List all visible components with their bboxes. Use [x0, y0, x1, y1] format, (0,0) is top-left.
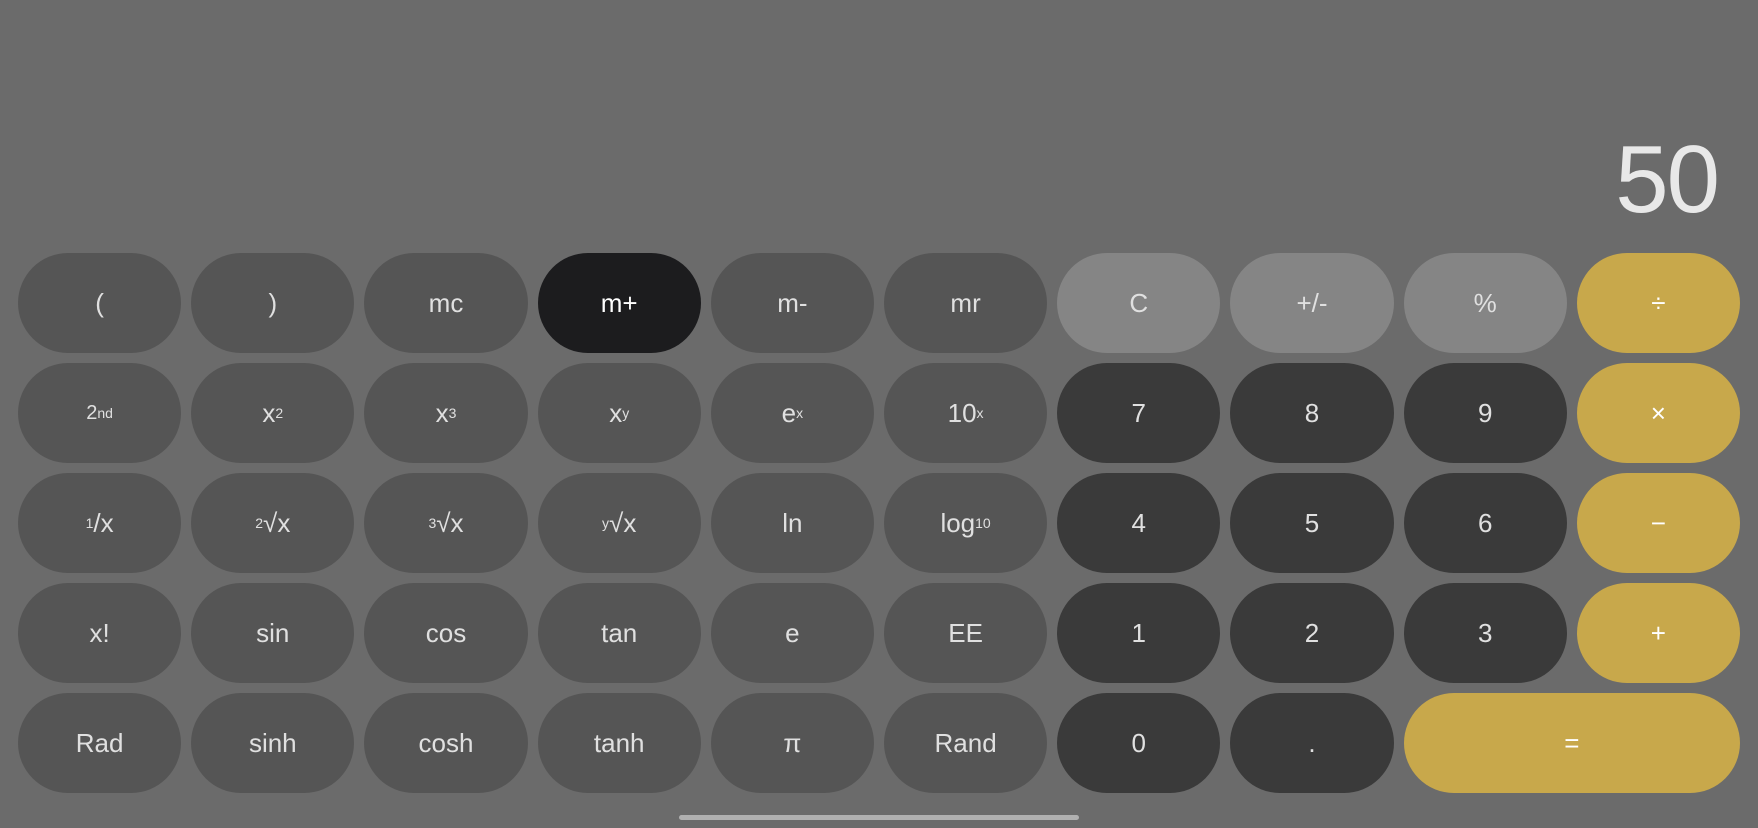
cosh-button[interactable]: cosh [364, 693, 527, 793]
one-button[interactable]: 1 [1057, 583, 1220, 683]
ee-button[interactable]: EE [884, 583, 1047, 683]
square-root-button[interactable]: 2√x [191, 473, 354, 573]
factorial-button[interactable]: x! [18, 583, 181, 683]
divide-button[interactable]: ÷ [1577, 253, 1740, 353]
nine-button[interactable]: 9 [1404, 363, 1567, 463]
m-plus-button[interactable]: m+ [538, 253, 701, 353]
x-cubed-button[interactable]: x3 [364, 363, 527, 463]
display: 50 [0, 0, 1758, 245]
sinh-button[interactable]: sinh [191, 693, 354, 793]
zero-button[interactable]: 0 [1057, 693, 1220, 793]
equals-button[interactable]: = [1404, 693, 1740, 793]
rand-button[interactable]: Rand [884, 693, 1047, 793]
x-to-y-button[interactable]: xy [538, 363, 701, 463]
e-to-x-button[interactable]: ex [711, 363, 874, 463]
mc-button[interactable]: mc [364, 253, 527, 353]
pi-button[interactable]: π [711, 693, 874, 793]
tan-button[interactable]: tan [538, 583, 701, 683]
x-squared-button[interactable]: x2 [191, 363, 354, 463]
calculator-grid: ()mcm+m-mrC+/-%÷ 2ndx2x3xyex10x789× 1/x2√x… [0, 245, 1758, 811]
cube-root-button[interactable]: 3√x [364, 473, 527, 573]
ln-button[interactable]: ln [711, 473, 874, 573]
home-bar [679, 815, 1079, 820]
euler-button[interactable]: e [711, 583, 874, 683]
decimal-button[interactable]: . [1230, 693, 1393, 793]
sin-button[interactable]: sin [191, 583, 354, 683]
home-indicator [0, 811, 1758, 828]
subtract-button[interactable]: − [1577, 473, 1740, 573]
cos-button[interactable]: cos [364, 583, 527, 683]
tanh-button[interactable]: tanh [538, 693, 701, 793]
two-button[interactable]: 2 [1230, 583, 1393, 683]
clear-button[interactable]: C [1057, 253, 1220, 353]
seven-button[interactable]: 7 [1057, 363, 1220, 463]
rad-button[interactable]: Rad [18, 693, 181, 793]
four-button[interactable]: 4 [1057, 473, 1220, 573]
open-paren-button[interactable]: ( [18, 253, 181, 353]
multiply-button[interactable]: × [1577, 363, 1740, 463]
display-value: 50 [1615, 125, 1718, 235]
plus-minus-button[interactable]: +/- [1230, 253, 1393, 353]
five-button[interactable]: 5 [1230, 473, 1393, 573]
y-root-button[interactable]: y√x [538, 473, 701, 573]
log10-button[interactable]: log10 [884, 473, 1047, 573]
close-paren-button[interactable]: ) [191, 253, 354, 353]
ten-to-x-button[interactable]: 10x [884, 363, 1047, 463]
six-button[interactable]: 6 [1404, 473, 1567, 573]
second-button[interactable]: 2nd [18, 363, 181, 463]
one-over-x-button[interactable]: 1/x [18, 473, 181, 573]
m-minus-button[interactable]: m- [711, 253, 874, 353]
three-button[interactable]: 3 [1404, 583, 1567, 683]
mr-button[interactable]: mr [884, 253, 1047, 353]
percent-button[interactable]: % [1404, 253, 1567, 353]
eight-button[interactable]: 8 [1230, 363, 1393, 463]
add-button[interactable]: + [1577, 583, 1740, 683]
